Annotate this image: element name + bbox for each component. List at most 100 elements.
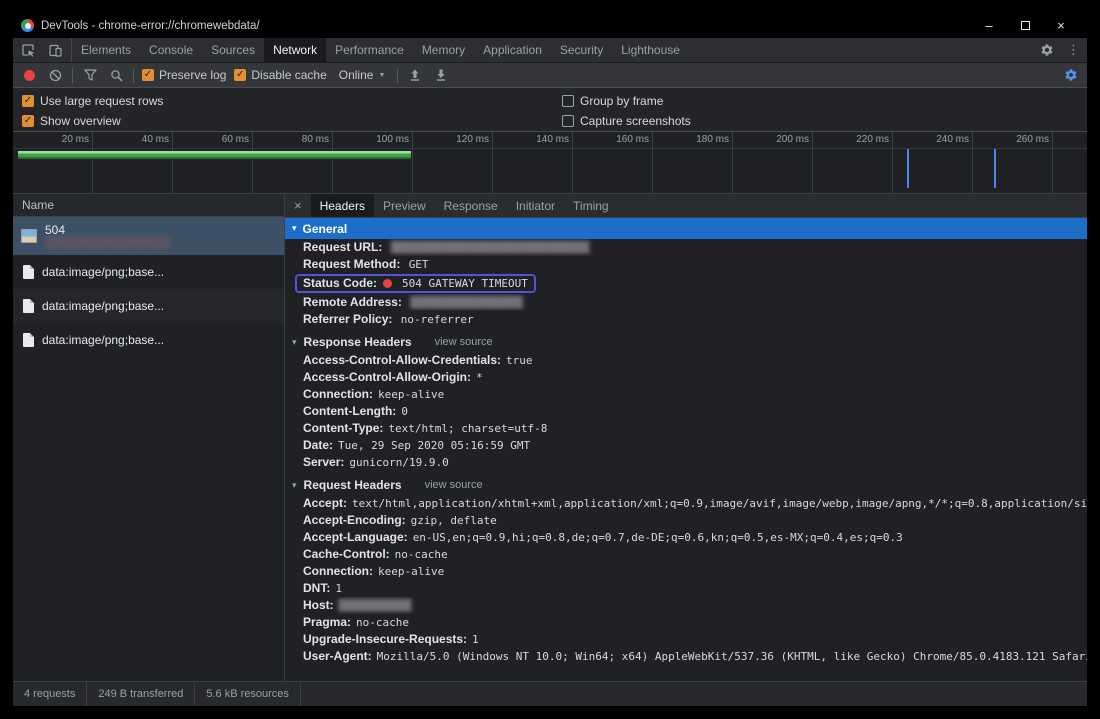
header-value: *	[476, 371, 483, 384]
tab-sources[interactable]: Sources	[202, 38, 264, 62]
tab-performance[interactable]: Performance	[326, 38, 413, 62]
timeline-column: 200 ms	[733, 132, 813, 193]
disable-cache-checkbox[interactable]: ✓ Disable cache	[234, 68, 326, 82]
view-source-link[interactable]: view source	[425, 479, 483, 491]
inspect-element-icon[interactable]	[15, 38, 42, 62]
tab-response[interactable]: Response	[435, 194, 507, 217]
header-name: Content-Length:	[303, 404, 396, 418]
request-list-panel: Name 504 ▒▒▒▒▒▒▒▒▒▒▒▒▒▒▒▒ data:image/png…	[13, 194, 285, 681]
tick-label: 220 ms	[856, 134, 889, 145]
general-title: General	[303, 222, 348, 236]
tick-label: 240 ms	[936, 134, 969, 145]
checkbox-checked-icon: ✓	[22, 115, 34, 127]
tab-label: Application	[483, 43, 542, 57]
header-row: Connection:keep-alive	[285, 386, 1087, 403]
settings-gear-icon[interactable]	[1033, 38, 1060, 62]
tab-network[interactable]: Network	[264, 38, 326, 62]
tabbar-icons	[13, 38, 72, 62]
record-network-log-icon[interactable]	[20, 70, 38, 81]
tab-lighthouse[interactable]: Lighthouse	[612, 38, 689, 62]
maximize-button[interactable]	[1007, 18, 1043, 33]
tab-headers[interactable]: Headers	[311, 194, 374, 217]
tab-label: Sources	[211, 43, 255, 57]
device-toolbar-icon[interactable]	[42, 38, 69, 62]
export-har-icon[interactable]	[432, 69, 450, 81]
tick-label: 20 ms	[62, 134, 89, 145]
status-code-highlight-box: Status Code: 504 GATEWAY TIMEOUT	[295, 274, 536, 293]
clear-network-log-icon[interactable]	[46, 69, 64, 82]
header-name: Accept:	[303, 496, 347, 510]
check-glyph: ✓	[24, 116, 32, 126]
tab-memory[interactable]: Memory	[413, 38, 474, 62]
tab-application[interactable]: Application	[474, 38, 551, 62]
check-glyph: ✓	[24, 96, 32, 106]
header-value: keep-alive	[378, 565, 444, 578]
response-headers-section-header[interactable]: ▾ Response Headers view source	[285, 328, 1087, 352]
show-overview-label: Show overview	[40, 114, 121, 128]
record-dot	[24, 70, 35, 81]
group-by-frame-checkbox[interactable]: Group by frame	[562, 94, 663, 108]
header-row: Server:gunicorn/19.9.0	[285, 454, 1087, 471]
throttling-dropdown[interactable]: Online ▼	[335, 68, 390, 82]
checkbox-checked-icon: ✓	[142, 69, 154, 81]
header-row: Date:Tue, 29 Sep 2020 05:16:59 GMT	[285, 437, 1087, 454]
status-bar: 4 requests 249 B transferred 5.6 kB reso…	[13, 681, 1087, 706]
minimize-button[interactable]: –	[971, 18, 1007, 33]
show-overview-checkbox[interactable]: ✓ Show overview	[22, 114, 562, 128]
header-value-redacted: ▒▒▒▒▒▒▒▒▒▒▒	[339, 599, 412, 612]
tab-label: Headers	[320, 199, 365, 213]
checkbox-unchecked-icon	[562, 95, 574, 107]
document-icon	[23, 299, 34, 313]
header-value: Mozilla/5.0 (Windows NT 10.0; Win64; x64…	[377, 650, 1087, 663]
tab-label: Performance	[335, 43, 404, 57]
details-tab-strip: × Headers Preview Response Initiator Tim…	[285, 194, 1087, 218]
timeline-column: 40 ms	[93, 132, 173, 193]
header-row: Accept-Language:en-US,en;q=0.9,hi;q=0.8,…	[285, 529, 1087, 546]
request-row-504[interactable]: 504 ▒▒▒▒▒▒▒▒▒▒▒▒▒▒▒▒	[13, 217, 284, 255]
tab-elements[interactable]: Elements	[72, 38, 140, 62]
more-options-kebab-icon[interactable]: ⋮	[1060, 38, 1087, 62]
tab-security[interactable]: Security	[551, 38, 612, 62]
network-overview-timeline[interactable]: 20 ms 40 ms 60 ms 80 ms 100 ms 120 ms 14…	[13, 132, 1087, 194]
request-text: 504 ▒▒▒▒▒▒▒▒▒▒▒▒▒▒▒▒	[45, 223, 170, 250]
triangle-down-icon: ▾	[292, 337, 297, 348]
toolbar-separator	[397, 68, 398, 83]
close-button[interactable]: ×	[1043, 18, 1079, 33]
preserve-log-label: Preserve log	[159, 68, 226, 82]
header-name: Content-Type:	[303, 421, 383, 435]
image-preview-icon	[21, 229, 37, 243]
tab-preview[interactable]: Preview	[374, 194, 435, 217]
header-value: text/html,application/xhtml+xml,applicat…	[352, 497, 1087, 510]
tick-label: 60 ms	[222, 134, 249, 145]
close-details-icon[interactable]: ×	[285, 194, 311, 217]
view-source-link[interactable]: view source	[435, 336, 493, 348]
request-row-data-image[interactable]: data:image/png;base...	[13, 255, 284, 289]
request-row-data-image[interactable]: data:image/png;base...	[13, 323, 284, 357]
preserve-log-checkbox[interactable]: ✓ Preserve log	[142, 68, 226, 82]
tab-label: Elements	[81, 43, 131, 57]
capture-screenshots-checkbox[interactable]: Capture screenshots	[562, 114, 691, 128]
header-row: Content-Length:0	[285, 403, 1087, 420]
network-settings-gear-icon[interactable]	[1062, 68, 1080, 82]
search-icon[interactable]	[107, 69, 125, 82]
tab-label: Security	[560, 43, 603, 57]
header-value: 1	[472, 633, 479, 646]
filter-icon[interactable]	[81, 69, 99, 81]
header-value: no-cache	[356, 616, 409, 629]
header-row-request-method: Request Method: GET	[285, 256, 1087, 273]
response-headers-title: Response Headers	[304, 335, 412, 349]
general-section-header[interactable]: ▾ General	[285, 218, 1087, 239]
import-har-icon[interactable]	[406, 69, 424, 81]
request-headers-section-header[interactable]: ▾ Request Headers view source	[285, 471, 1087, 495]
request-list-name-header[interactable]: Name	[13, 194, 284, 217]
tab-console[interactable]: Console	[140, 38, 202, 62]
devtools-tab-bar: Elements Console Sources Network Perform…	[13, 38, 1087, 62]
tick-label: 260 ms	[1016, 134, 1049, 145]
status-code-value: 504 GATEWAY TIMEOUT	[402, 277, 528, 290]
header-row: Accept: text/html,application/xhtml+xml,a…	[285, 495, 1087, 512]
header-row-remote-address: Remote Address: ▒▒▒▒▒▒▒▒▒▒▒▒▒▒▒▒▒	[285, 294, 1087, 311]
tab-initiator[interactable]: Initiator	[507, 194, 564, 217]
tab-timing[interactable]: Timing	[564, 194, 618, 217]
use-large-request-rows-checkbox[interactable]: ✓ Use large request rows	[22, 94, 562, 108]
request-row-data-image[interactable]: data:image/png;base...	[13, 289, 284, 323]
